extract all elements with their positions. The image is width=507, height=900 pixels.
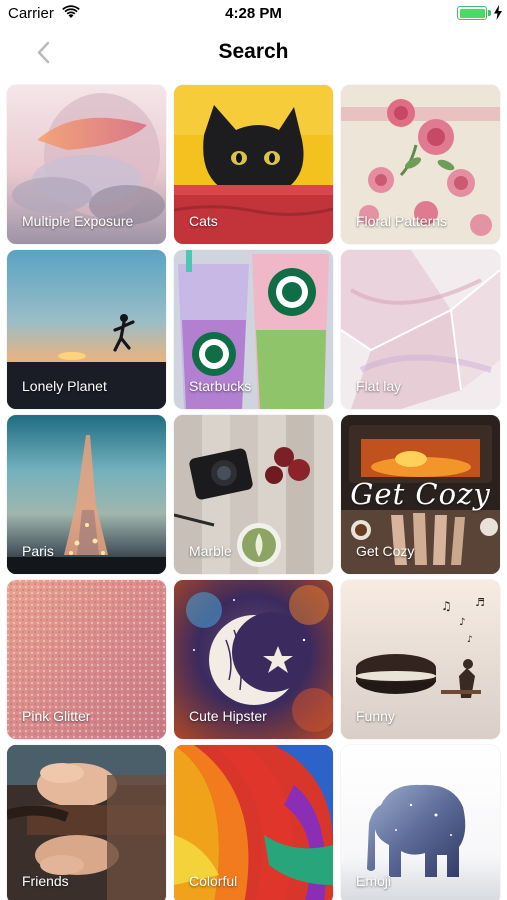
category-label: Starbucks: [189, 378, 252, 394]
battery-cap: [488, 10, 491, 16]
category-label: Floral Patterns: [356, 213, 448, 229]
category-tile-friends[interactable]: Friends: [7, 745, 166, 900]
page-title: Search: [218, 40, 289, 63]
category-tile-pink-glitter[interactable]: Pink Glitter: [7, 580, 166, 739]
category-tile-cats[interactable]: Cats: [174, 85, 333, 244]
navigation-bar: Search: [0, 28, 507, 78]
category-label: Emoji: [356, 873, 392, 889]
category-grid: Multiple Exposure Cats Floral Patterns L…: [7, 85, 501, 900]
category-label: Cute Hipster: [189, 708, 267, 724]
charging-bolt-icon: [494, 5, 502, 20]
category-tile-marble[interactable]: Marble: [174, 415, 333, 574]
category-tile-multiple-exposure[interactable]: Multiple Exposure: [7, 85, 166, 244]
category-label: Funny: [356, 708, 395, 724]
category-tile-funny[interactable]: ♫ ♪ ♬ ♪ Funny: [341, 580, 500, 739]
category-tile-starbucks[interactable]: Starbucks: [174, 250, 333, 409]
battery-icon: [457, 6, 487, 20]
category-label: Colorful: [189, 873, 238, 889]
category-tile-colorful[interactable]: Colorful: [174, 745, 333, 900]
category-tile-paris[interactable]: Paris: [7, 415, 166, 574]
category-tile-emoji[interactable]: Emoji: [341, 745, 500, 900]
category-label: Flat lay: [356, 378, 402, 394]
battery-level-fill: [459, 8, 485, 18]
category-tile-cute-hipster[interactable]: Cute Hipster: [174, 580, 333, 739]
get-cozy-overlay-text: Get Cozy: [350, 477, 491, 511]
svg-text:♫: ♫: [441, 599, 452, 613]
category-label: Get Cozy: [356, 543, 415, 559]
category-label: Lonely Planet: [22, 378, 107, 394]
category-label: Marble: [189, 543, 232, 559]
category-tile-lonely-planet[interactable]: Lonely Planet: [7, 250, 166, 409]
category-label: Multiple Exposure: [22, 213, 134, 229]
svg-text:♪: ♪: [467, 635, 473, 645]
svg-text:♪: ♪: [459, 617, 465, 628]
svg-text:♬: ♬: [475, 596, 485, 609]
category-tile-floral-patterns[interactable]: Floral Patterns: [341, 85, 500, 244]
category-label: Paris: [22, 543, 54, 559]
category-tile-get-cozy[interactable]: Get Cozy Get Cozy: [341, 415, 500, 574]
category-label: Pink Glitter: [22, 708, 91, 724]
category-tile-flat-lay[interactable]: Flat lay: [341, 250, 500, 409]
category-label: Cats: [189, 213, 218, 229]
category-label: Friends: [22, 873, 69, 889]
status-time: 4:28 PM: [225, 5, 282, 22]
status-bar: Carrier 4:28 PM: [0, 0, 507, 28]
